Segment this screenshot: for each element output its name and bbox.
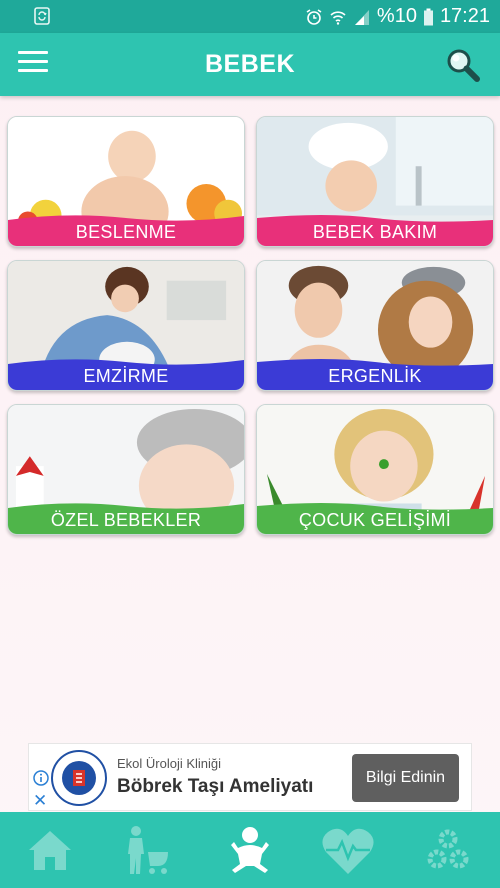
ad-subtitle: Ekol Üroloji Kliniği [117, 756, 222, 771]
category-label: ERGENLİK [328, 365, 422, 386]
category-card-beslenme[interactable]: BESLENME [7, 116, 245, 247]
nav-home[interactable] [20, 820, 80, 880]
category-card-cocuk-gelisimi[interactable]: ÇOCUK GELİŞİMİ [256, 404, 494, 535]
category-card-ozel-bebekler[interactable]: ÖZEL BEBEKLER [7, 404, 245, 535]
nav-settings[interactable] [418, 820, 478, 880]
category-label: EMZİRME [83, 365, 169, 386]
ad-cta-button[interactable]: Bilgi Edinin [352, 754, 459, 802]
category-card-emzirme[interactable]: EMZİRME [7, 260, 245, 391]
ekol-logo [51, 750, 107, 806]
home-icon [29, 831, 71, 870]
ad-title: Böbrek Taşı Ameliyatı [117, 776, 314, 797]
nav-baby[interactable] [220, 820, 280, 880]
info-icon[interactable] [33, 770, 49, 786]
nav-health[interactable] [318, 820, 378, 880]
category-label: ÇOCUK GELİŞİMİ [298, 509, 452, 530]
nav-mother[interactable] [118, 820, 178, 880]
baby-icon [231, 827, 269, 873]
gears-icon [427, 829, 469, 869]
category-label: ÖZEL BEBEKLER [50, 509, 202, 530]
category-label: BESLENME [75, 221, 177, 242]
ad-banner[interactable]: ✕ Ekol Üroloji Kliniği Böbrek Taşı Ameli… [28, 743, 472, 811]
heart-pulse-icon [322, 828, 374, 874]
category-card-ergenlik[interactable]: ERGENLİK [256, 260, 494, 391]
category-card-bebek-bakim[interactable]: BEBEK BAKIM [256, 116, 494, 247]
bottom-nav [0, 812, 500, 888]
category-label: BEBEK BAKIM [312, 221, 438, 242]
mother-stroller-icon [128, 826, 168, 874]
close-icon[interactable]: ✕ [33, 791, 47, 811]
